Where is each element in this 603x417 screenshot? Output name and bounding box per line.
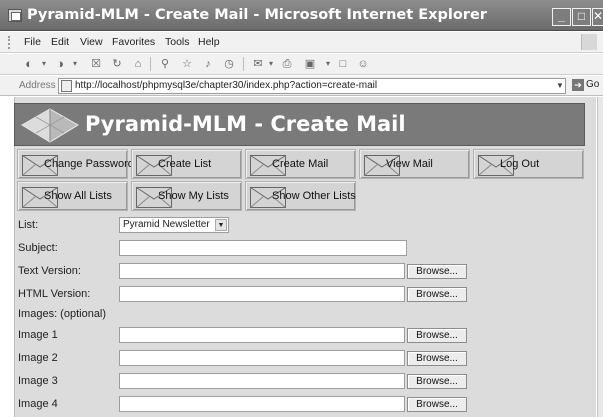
log-out-button[interactable]: Log Out — [473, 149, 584, 179]
window-title: Pyramid-MLM - Create Mail - Microsoft In… — [27, 7, 487, 23]
show-other-lists-button[interactable]: Show Other Lists — [245, 181, 356, 211]
create-list-button[interactable]: Create List — [131, 149, 242, 179]
address-input[interactable]: http://localhost/phpmysql3e/chapter30/in… — [58, 78, 566, 94]
subject-label: Subject: — [18, 242, 58, 254]
html-version-file-input[interactable] — [119, 286, 405, 302]
view-mail-label: View Mail — [386, 158, 433, 170]
page-title: Pyramid-MLM - Create Mail — [85, 112, 406, 136]
edit-icon[interactable]: ▣ — [303, 57, 317, 71]
vertical-scrollbar[interactable] — [597, 97, 603, 417]
mail-icon[interactable]: ✉ — [251, 57, 265, 71]
change-password-button[interactable]: Change Password — [17, 149, 134, 179]
create-list-label: Create List — [158, 158, 212, 170]
image-4-file-input[interactable] — [119, 396, 405, 412]
menu-edit[interactable]: Edit — [51, 36, 69, 48]
window-titlebar: Pyramid-MLM - Create Mail - Microsoft In… — [0, 0, 603, 31]
discuss-icon[interactable]: □ — [336, 57, 350, 71]
image-3-file-input[interactable] — [119, 373, 405, 389]
log-out-label: Log Out — [500, 158, 540, 170]
image-1-browse-button[interactable]: Browse... — [407, 328, 467, 343]
go-arrow-icon: ➔ — [572, 79, 584, 91]
forward-dropdown-icon[interactable]: ▾ — [68, 57, 82, 71]
show-other-lists-label: Show Other Lists — [272, 190, 356, 202]
html-version-browse-button[interactable]: Browse... — [407, 287, 467, 302]
image-1-label: Image 1 — [18, 329, 58, 341]
menu-file[interactable]: File — [24, 36, 41, 48]
show-my-lists-button[interactable]: Show My Lists — [131, 181, 242, 211]
image-2-browse-button[interactable]: Browse... — [407, 351, 467, 366]
home-icon[interactable]: ⌂ — [131, 57, 145, 71]
go-label: Go — [586, 79, 600, 90]
view-mail-button[interactable]: View Mail — [359, 149, 470, 179]
minimize-button[interactable]: _ — [552, 8, 571, 26]
image-2-file-input[interactable] — [119, 350, 405, 366]
go-button[interactable]: ➔ Go — [572, 79, 603, 93]
history-icon[interactable]: ◷ — [222, 57, 236, 71]
change-password-label: Change Password — [44, 158, 134, 170]
stop-icon[interactable]: ☒ — [89, 57, 103, 71]
chevron-down-icon[interactable]: ▼ — [215, 219, 227, 231]
text-version-browse-button[interactable]: Browse... — [407, 264, 467, 279]
page-icon — [61, 80, 72, 92]
back-dropdown-icon[interactable]: ▾ — [37, 57, 51, 71]
toolbar-separator — [150, 57, 151, 71]
site-banner: Pyramid-MLM - Create Mail — [14, 103, 585, 146]
refresh-icon[interactable]: ↻ — [110, 57, 124, 71]
ie-app-icon — [8, 9, 22, 22]
print-icon[interactable]: ⎙ — [280, 57, 294, 71]
list-label: List: — [18, 219, 39, 231]
image-3-label: Image 3 — [18, 375, 58, 387]
address-bar: Address http://localhost/phpmysql3e/chap… — [0, 76, 603, 96]
maximize-button[interactable]: □ — [572, 8, 591, 26]
show-my-lists-label: Show My Lists — [158, 190, 229, 202]
show-all-lists-label: Show All Lists — [44, 190, 112, 202]
menu-view[interactable]: View — [80, 36, 103, 48]
pyramid-logo-icon — [21, 108, 79, 143]
list-select[interactable]: Pyramid Newsletter ▼ — [119, 217, 229, 233]
address-url: http://localhost/phpmysql3e/chapter30/in… — [75, 80, 378, 91]
media-icon[interactable]: ♪ — [201, 57, 215, 71]
image-1-file-input[interactable] — [119, 327, 405, 343]
forward-icon[interactable]: ◑ — [53, 57, 67, 71]
image-2-label: Image 2 — [18, 352, 58, 364]
menu-tools[interactable]: Tools — [165, 36, 190, 48]
back-icon[interactable]: ◐ — [22, 57, 36, 71]
create-mail-button[interactable]: Create Mail — [245, 149, 356, 179]
image-4-browse-button[interactable]: Browse... — [407, 397, 467, 412]
favorites-star-icon[interactable]: ☆ — [180, 57, 194, 71]
close-button[interactable]: ✕ — [592, 8, 603, 26]
windows-flag-icon — [581, 34, 597, 50]
images-optional-label: Images: (optional) — [18, 308, 107, 320]
mail-dropdown-icon[interactable]: ▾ — [264, 57, 278, 71]
create-mail-label: Create Mail — [272, 158, 329, 170]
html-version-label: HTML Version: — [18, 288, 91, 300]
image-3-browse-button[interactable]: Browse... — [407, 374, 467, 389]
text-version-file-input[interactable] — [119, 263, 405, 279]
toolbar-separator — [243, 57, 244, 71]
toolbar: ◐ ▾ ◑ ▾ ☒ ↻ ⌂ ⚲ ☆ ♪ ◷ ✉ ▾ ⎙ ▣ ▾ □ ☺ — [0, 54, 603, 75]
text-version-label: Text Version: — [18, 265, 81, 277]
subject-input[interactable] — [119, 240, 407, 256]
messenger-icon[interactable]: ☺ — [356, 57, 370, 71]
menu-grip — [8, 36, 11, 49]
menu-help[interactable]: Help — [198, 36, 220, 48]
list-select-value: Pyramid Newsletter — [123, 219, 210, 230]
address-label: Address — [19, 80, 56, 91]
search-icon[interactable]: ⚲ — [158, 57, 172, 71]
image-4-label: Image 4 — [18, 398, 58, 410]
menu-bar: File Edit View Favorites Tools Help — [0, 32, 603, 53]
address-dropdown-icon[interactable]: ▼ — [554, 78, 566, 94]
show-all-lists-button[interactable]: Show All Lists — [17, 181, 128, 211]
edit-dropdown-icon[interactable]: ▾ — [321, 57, 335, 71]
menu-favorites[interactable]: Favorites — [112, 36, 155, 48]
